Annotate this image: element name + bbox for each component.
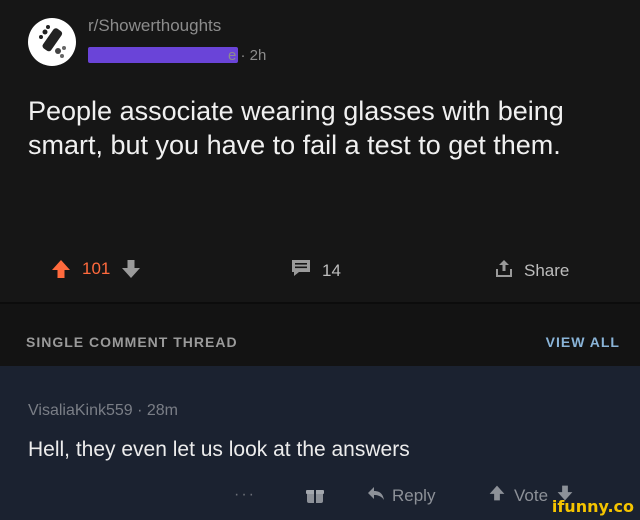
post-score: 101 [82, 259, 111, 278]
comment-body: Hell, they even let us look at the answe… [28, 438, 410, 461]
post-header: r/Showerthoughts e · 2h [28, 12, 428, 72]
post-card: r/Showerthoughts e · 2h People associate… [0, 0, 640, 302]
upvote-arrow-icon[interactable] [50, 258, 72, 280]
redacted-username [88, 47, 238, 63]
comment-author-meta[interactable]: VisaliaKink559 · 28m [28, 402, 178, 420]
reply-button[interactable]: Reply [366, 484, 435, 507]
post-actions: 101 14 Share [0, 250, 640, 290]
reply-arrow-icon [366, 484, 386, 507]
subreddit-icon[interactable] [28, 18, 76, 66]
comments-count: 14 [322, 260, 341, 280]
more-options-button[interactable]: ··· [234, 486, 256, 504]
share-icon [494, 258, 514, 283]
vote-group: 101 [50, 258, 142, 280]
view-all-button[interactable]: VIEW ALL [546, 334, 620, 350]
share-label: Share [524, 260, 570, 280]
share-button[interactable]: Share [494, 258, 569, 283]
ifunny-watermark: ifunny.co [551, 497, 634, 516]
post-title[interactable]: People associate wearing glasses with be… [28, 94, 618, 162]
thread-label: SINGLE COMMENT THREAD [26, 334, 238, 350]
comment-upvote-icon[interactable] [488, 484, 506, 507]
reply-label: Reply [392, 485, 436, 505]
comment-bubble-icon [290, 258, 312, 283]
vote-label: Vote [514, 485, 549, 505]
comment-card: VisaliaKink559 · 28m Hell, they even let… [0, 366, 640, 520]
subreddit-name[interactable]: r/Showerthoughts [88, 16, 221, 36]
comment-actions: ··· Reply Vote [0, 480, 640, 514]
comments-button[interactable]: 14 [290, 258, 341, 283]
downvote-arrow-icon[interactable] [120, 258, 142, 280]
post-time: e · 2h [228, 47, 267, 64]
award-gift-icon[interactable] [304, 484, 326, 511]
thread-bar: SINGLE COMMENT THREAD VIEW ALL [0, 304, 640, 366]
post-meta: e · 2h [88, 44, 388, 66]
